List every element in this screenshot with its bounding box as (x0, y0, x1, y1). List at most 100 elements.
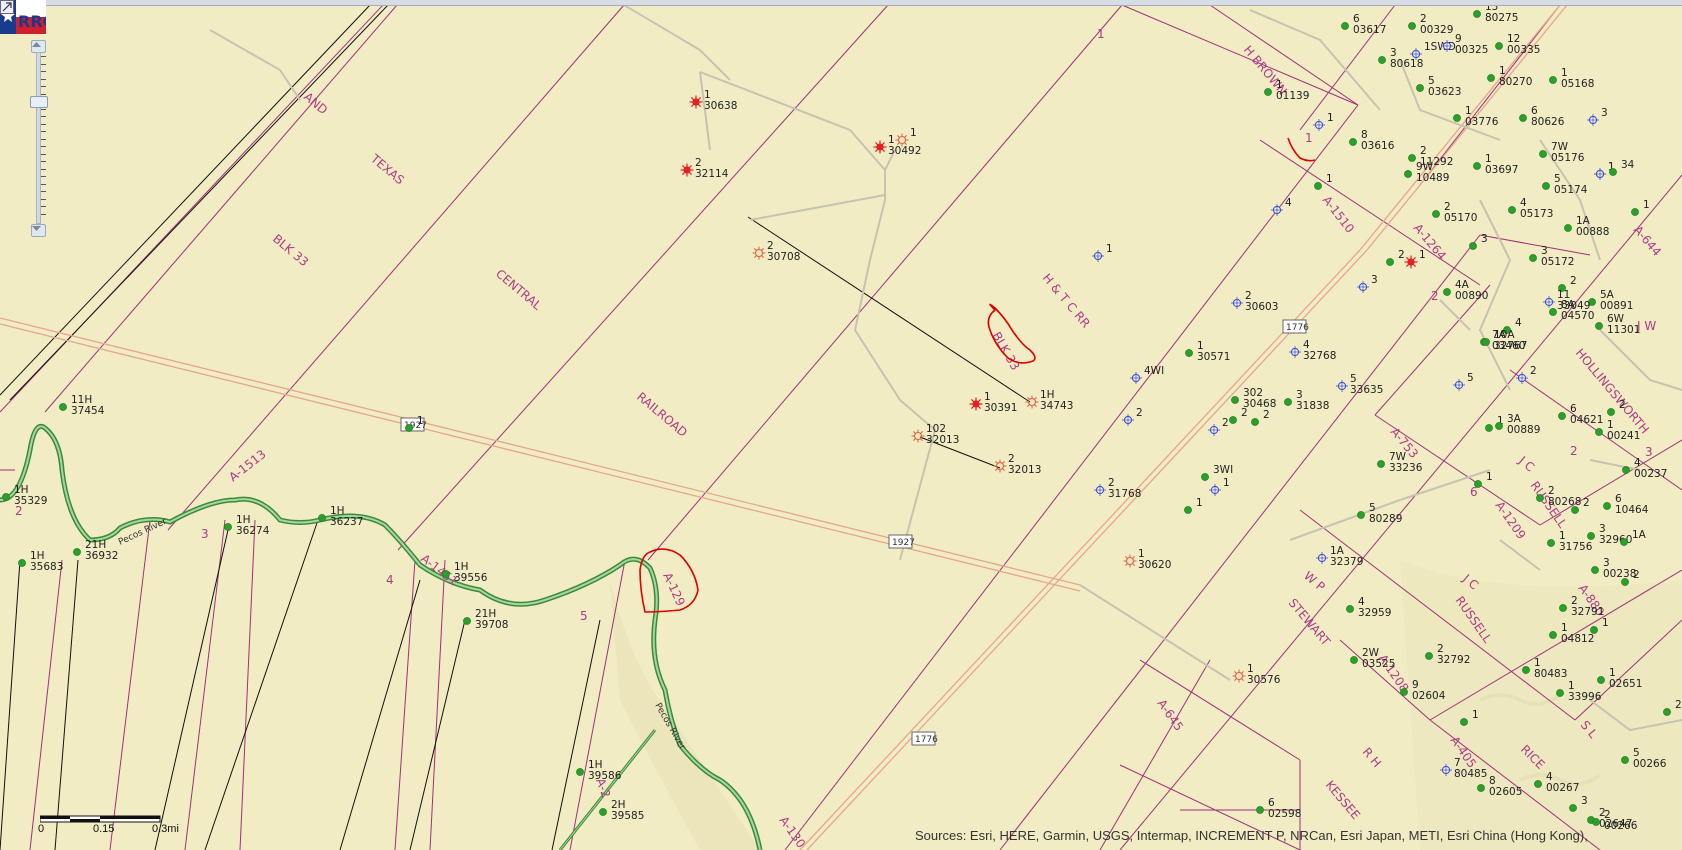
well-marker-injection[interactable]: 2 (1122, 407, 1143, 426)
zoom-thumb[interactable] (30, 96, 48, 108)
well-label: 05168 (1561, 78, 1594, 90)
survey-label: A-130 (777, 814, 809, 850)
well-marker-gas[interactable]: 2W03525 (1350, 647, 1395, 670)
well-marker-permit[interactable]: 1 (895, 127, 917, 147)
well-marker-gas[interactable]: 4A00890 (1443, 279, 1488, 302)
well-marker-gas[interactable]: 103697 (1473, 153, 1518, 176)
well-marker-gas[interactable]: 405173 (1508, 197, 1553, 220)
well-marker-gas[interactable]: 1A00888 (1564, 215, 1609, 238)
well-marker-injection[interactable]: 2 (1208, 417, 1229, 436)
well-marker-gas[interactable]: 200329 (1408, 13, 1453, 36)
well-marker-gas[interactable]: 21H39708 (463, 608, 508, 631)
well-marker-injection[interactable]: 533635 (1336, 373, 1383, 396)
well-marker-permit[interactable]: 1H34743 (1025, 389, 1074, 412)
well-marker-gas[interactable]: 130571 (1185, 340, 1230, 363)
well-marker-permit[interactable]: 10232013 (911, 423, 960, 446)
highway-shield-1927: 1927 (888, 534, 915, 549)
well-marker-gas[interactable]: 604621 (1558, 403, 1603, 426)
well-marker-gas[interactable]: 1H35329 (2, 484, 47, 507)
well-marker-injection[interactable]: 1 (1092, 243, 1113, 262)
well-marker-gas[interactable]: 1 (1631, 199, 1650, 216)
well-marker-gas[interactable]: 7W05176 (1539, 141, 1585, 164)
well-marker-injection[interactable]: 432768 (1289, 339, 1336, 362)
survey-label: A-1510 (1320, 193, 1357, 235)
well-marker-gas[interactable]: 30230468 (1231, 387, 1276, 410)
survey-label: 3 (1645, 445, 1653, 459)
well-label: 4 (1285, 197, 1292, 209)
chevron-up-icon (32, 42, 41, 47)
well-marker-gas[interactable]: 300238 (1591, 557, 1636, 580)
well-label: 00267 (1546, 782, 1579, 794)
well-marker-gas[interactable]: 603617 (1341, 13, 1386, 36)
well-marker-gas[interactable]: 11H37454 (59, 394, 105, 417)
well-marker-gas[interactable]: 602598 (1256, 797, 1301, 820)
well-marker-injection[interactable]: 231768 (1094, 477, 1141, 500)
well-marker-gas[interactable]: 580289 (1357, 502, 1402, 525)
well-marker-gas[interactable]: 21H36932 (73, 539, 118, 562)
well-marker-gas[interactable]: 1 (1184, 497, 1203, 514)
expand-icon[interactable] (0, 0, 14, 14)
well-marker-permit[interactable]: 130620 (1123, 548, 1172, 571)
well-label: 1SWD (1424, 41, 1456, 53)
well-marker-dry[interactable]: 232114 (680, 157, 729, 180)
well-label: 39585 (611, 810, 644, 822)
well-marker-gas[interactable]: 503623 (1416, 75, 1461, 98)
zoom-slider[interactable] (28, 38, 48, 238)
well-marker-gas[interactable]: 2H39585 (599, 799, 644, 822)
well-marker-gas[interactable]: 105168 (1549, 67, 1594, 90)
highways (0, 4, 1568, 850)
well-marker-injection[interactable]: 1A32379 (1316, 545, 1363, 568)
well-label: 30708 (767, 251, 800, 263)
well-marker-gas[interactable]: 1H36237 (318, 505, 363, 528)
well-marker-injection[interactable]: 1 (1209, 477, 1230, 496)
survey-label: AND (301, 90, 330, 118)
well-label: 00329 (1420, 24, 1453, 36)
well-label: 3 (1581, 795, 1588, 807)
well-marker-injection[interactable]: 3 (1357, 274, 1378, 293)
well-marker-injection[interactable]: 230603 (1231, 290, 1278, 313)
well-marker-gas[interactable]: 1H35683 (18, 550, 63, 573)
well-label: 02598 (1268, 808, 1301, 820)
well-marker-injection[interactable]: 4 (1271, 197, 1292, 216)
well-label: 1A (1632, 529, 1647, 541)
well-marker-gas[interactable]: 400237 (1622, 457, 1667, 480)
well-label: 80485 (1454, 768, 1487, 780)
well-label: 2 (1633, 569, 1640, 581)
map-layer: Pecos River Pecos River 1927 1927 1776 1… (0, 1, 1682, 850)
well-marker-injection[interactable]: 3 (1587, 107, 1608, 126)
well-marker-gas[interactable]: 432959 (1346, 596, 1391, 619)
well-marker-injection[interactable]: 4WI (1130, 365, 1164, 384)
well-marker-gas[interactable]: 680626 (1519, 105, 1565, 128)
survey-label: 3 (201, 527, 209, 541)
well-marker-gas[interactable]: 2 (1229, 407, 1248, 424)
well-marker-gas[interactable]: 331838 (1284, 389, 1329, 412)
well-marker-dry[interactable]: 130391 (969, 391, 1018, 414)
well-marker-dry[interactable]: 1 (1404, 249, 1426, 269)
well-marker-permit[interactable]: 230708 (752, 240, 801, 263)
well-label: 2 (1263, 409, 1270, 421)
scale-label: 0 (38, 823, 45, 835)
well-marker-permit[interactable]: 232013 (993, 453, 1042, 476)
well-marker-gas[interactable]: 3 (1469, 233, 1488, 250)
well-marker-gas[interactable]: 131756 (1547, 530, 1593, 553)
well-label: 3 (1481, 233, 1488, 245)
well-marker-gas[interactable]: 610464 (1603, 493, 1649, 516)
well-label: 80618 (1390, 58, 1423, 70)
map-canvas[interactable]: Pecos River Pecos River 1927 1927 1776 1… (0, 0, 1682, 850)
well-marker-injection[interactable]: 1 (1313, 112, 1334, 131)
well-label: 05174 (1554, 184, 1588, 196)
well-label: 32791 (1571, 606, 1604, 618)
well-marker-permit[interactable]: 130576 (1232, 663, 1281, 686)
well-label: 3 (1601, 107, 1608, 119)
well-marker-gas[interactable]: 2 (1386, 249, 1405, 266)
well-marker-dry[interactable]: 130638 (689, 89, 738, 112)
well-marker-gas[interactable]: 803616 (1349, 129, 1395, 152)
well-label: 34743 (1040, 400, 1073, 412)
well-marker-injection[interactable]: 5 (1453, 372, 1474, 391)
zoom-out-button[interactable] (31, 224, 46, 237)
well-marker-gas[interactable]: 180270 (1487, 65, 1532, 88)
well-marker-gas[interactable]: 5A00891 (1588, 289, 1633, 312)
well-marker-gas[interactable]: 1H36274 (224, 514, 270, 537)
well-marker-gas[interactable]: 2 (1251, 409, 1270, 426)
well-marker-gas[interactable]: 205170 (1432, 201, 1477, 224)
